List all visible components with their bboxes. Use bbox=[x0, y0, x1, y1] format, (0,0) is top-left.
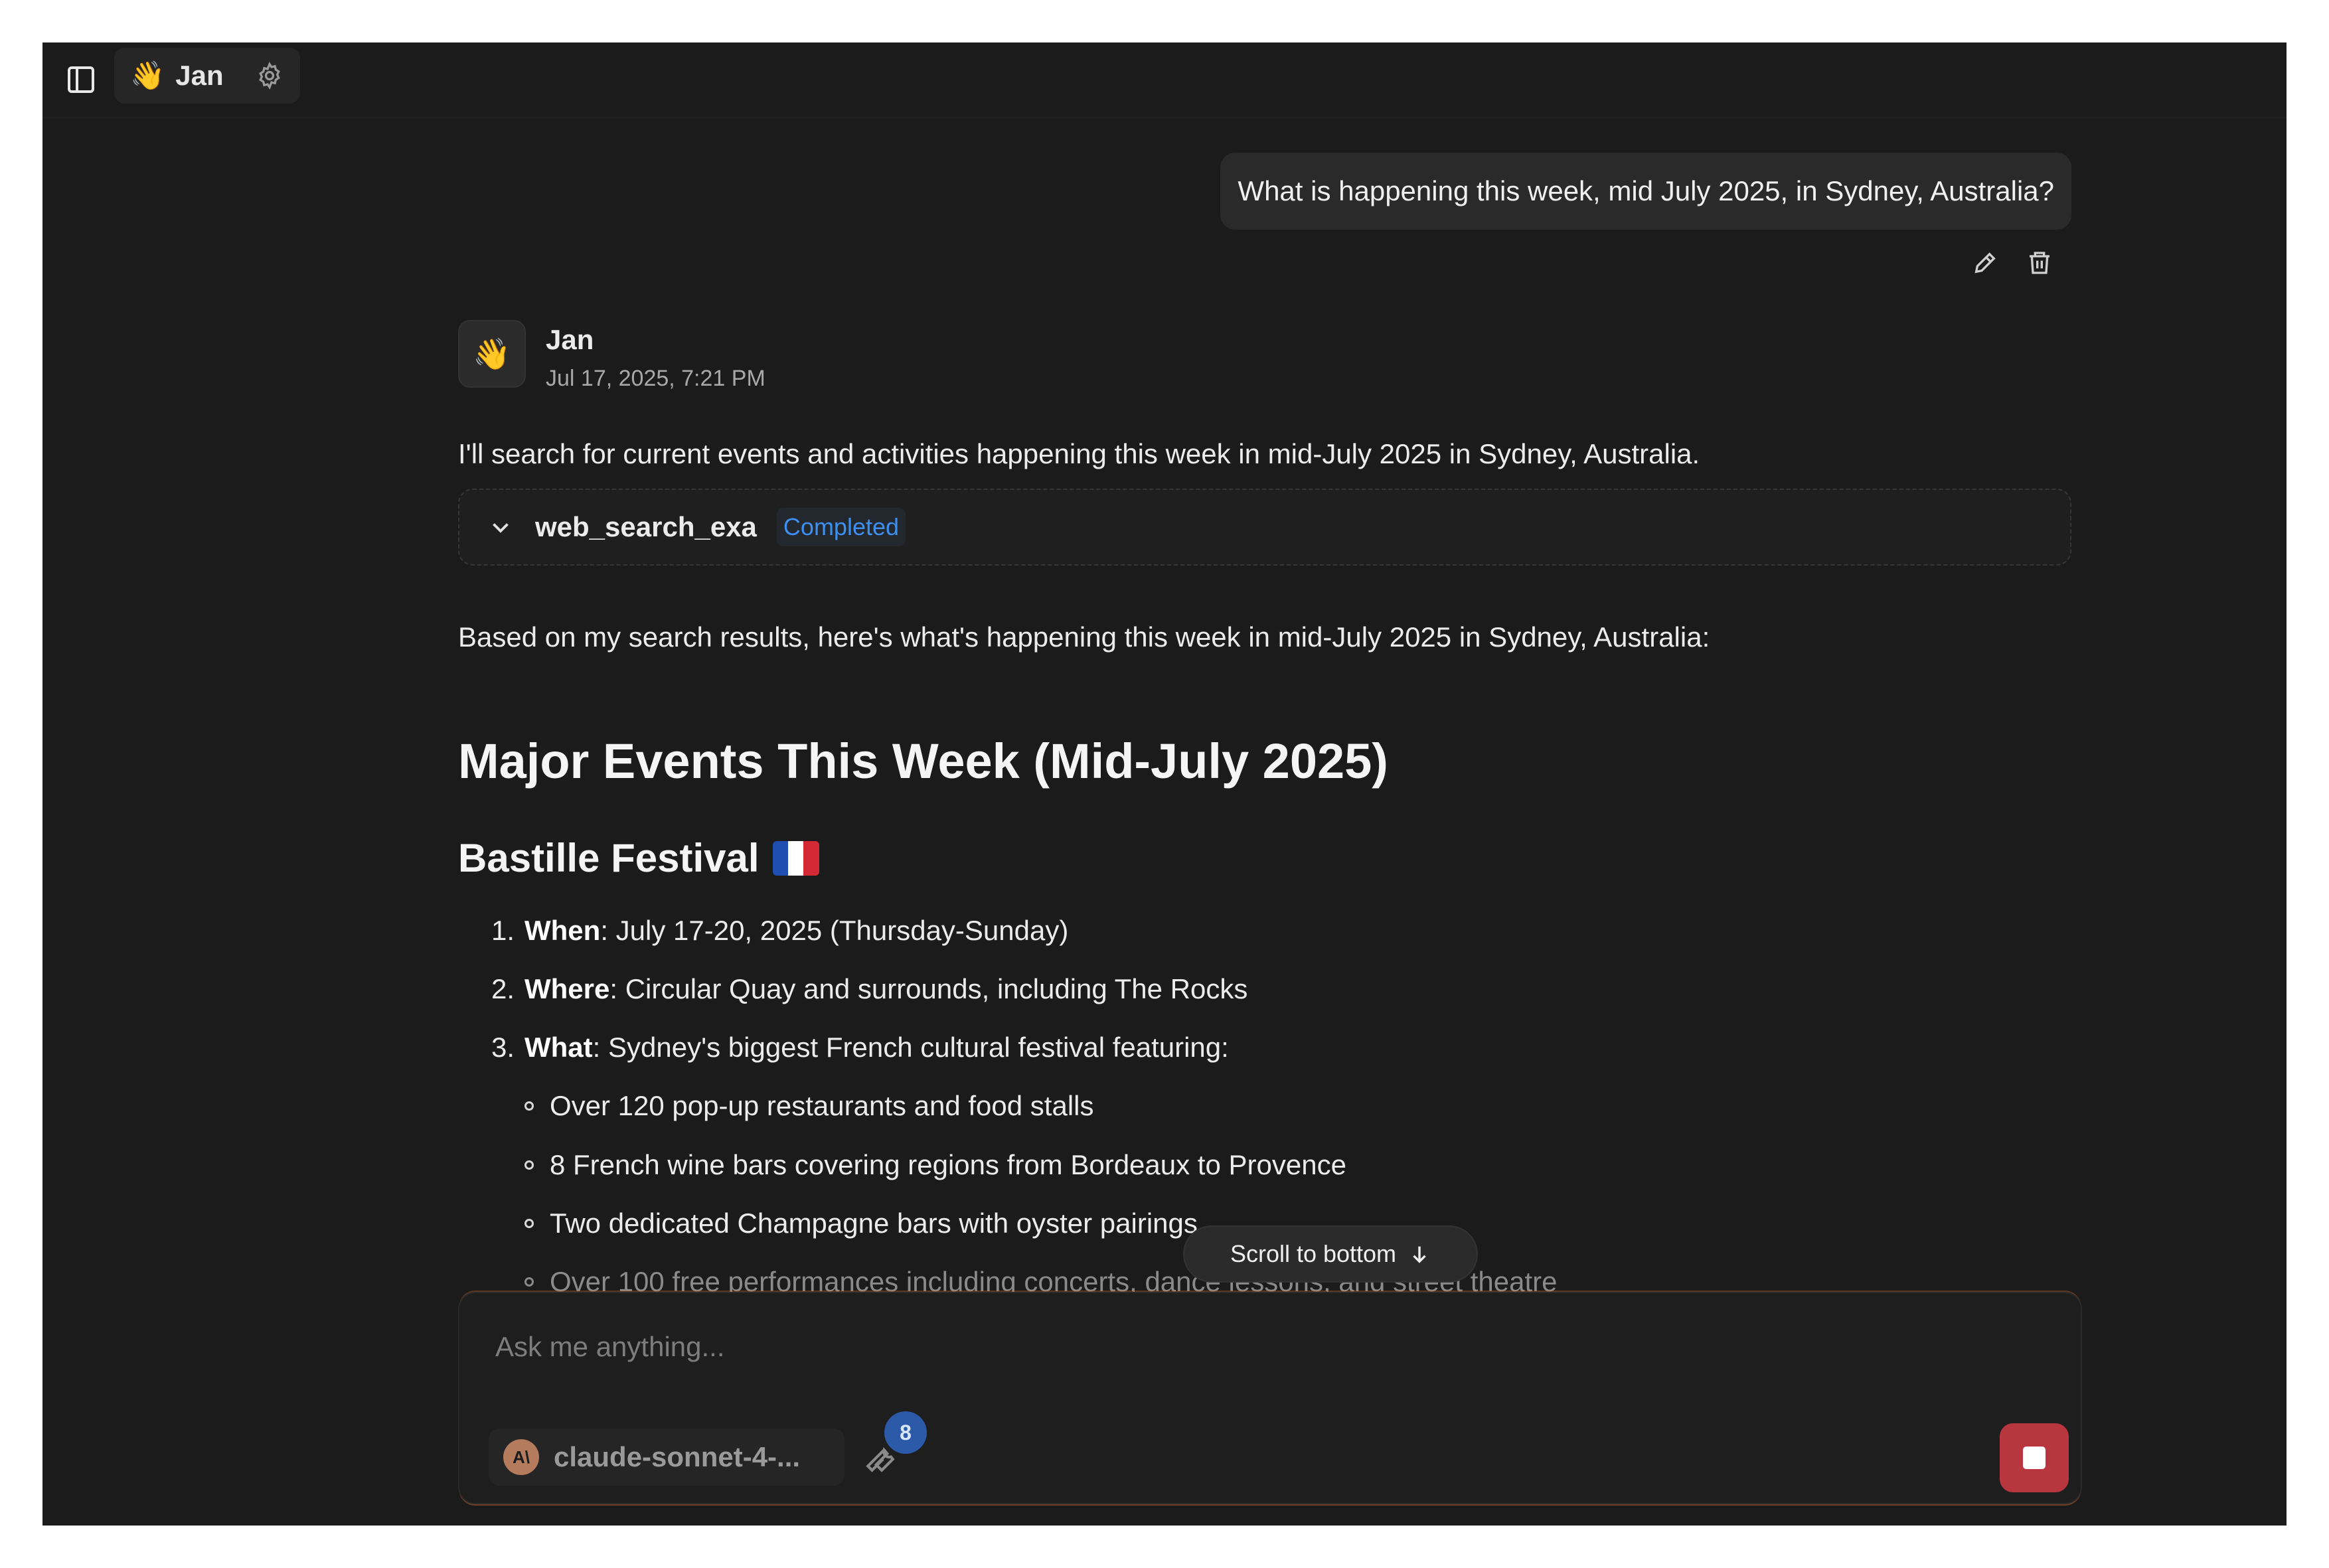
model-selector[interactable]: A\ claude-sonnet-4-... bbox=[489, 1429, 844, 1486]
scroll-to-bottom-label: Scroll to bottom bbox=[1230, 1240, 1397, 1267]
tools-count-badge: 8 bbox=[884, 1411, 927, 1454]
gear-icon[interactable] bbox=[255, 61, 284, 90]
flag-stripe-white bbox=[787, 840, 804, 876]
anthropic-logo-icon: A\ bbox=[503, 1439, 539, 1475]
section-heading: Major Events This Week (Mid-July 2025) bbox=[458, 734, 1388, 789]
pencil-icon[interactable] bbox=[1968, 246, 2002, 280]
status-badge: Completed bbox=[776, 508, 906, 546]
stop-button[interactable] bbox=[2000, 1423, 2069, 1492]
app-window: 👋 Jan What is happening this week, mid J… bbox=[42, 42, 2287, 1526]
stop-icon bbox=[2023, 1447, 2046, 1469]
tool-name: web_search_exa bbox=[535, 511, 757, 542]
message-timestamp: Jul 17, 2025, 7:21 PM bbox=[546, 366, 765, 391]
avatar: 👋 bbox=[458, 320, 526, 388]
sidebar-toggle-icon[interactable] bbox=[60, 58, 102, 101]
assistant-summary: Based on my search results, here's what'… bbox=[458, 621, 1710, 653]
subheading-text: Bastille Festival bbox=[458, 836, 760, 880]
user-message: What is happening this week, mid July 20… bbox=[1220, 153, 2071, 230]
model-name: claude-sonnet-4-... bbox=[554, 1441, 801, 1472]
chat-composer: A\ claude-sonnet-4-... 8 bbox=[458, 1292, 2082, 1504]
subheading: Bastille Festival bbox=[458, 835, 819, 881]
flag-stripe-blue bbox=[772, 840, 788, 876]
flag-stripe-red bbox=[803, 840, 819, 876]
french-flag-icon bbox=[772, 840, 819, 876]
assistant-name: Jan bbox=[546, 324, 594, 355]
scroll-to-bottom-button[interactable]: Scroll to bottom bbox=[1184, 1227, 1477, 1281]
trash-icon[interactable] bbox=[2022, 246, 2057, 280]
assistant-header: 👋 Jan Jul 17, 2025, 7:21 PM bbox=[458, 320, 765, 397]
agent-selector[interactable]: 👋 Jan bbox=[114, 48, 300, 104]
agent-name: Jan bbox=[175, 60, 224, 91]
list-item: 2. Where: Circular Quay and surrounds, in… bbox=[491, 973, 1248, 1004]
list-item: 1. When: July 17-20, 2025 (Thursday-Sunda… bbox=[491, 915, 1069, 946]
arrow-down-icon bbox=[1408, 1243, 1431, 1265]
agent-emoji: 👋 bbox=[130, 59, 165, 91]
chevron-down-icon[interactable] bbox=[489, 514, 515, 540]
bullet-item: Two dedicated Champagne bars with oyster… bbox=[524, 1208, 1198, 1239]
message-input[interactable] bbox=[494, 1320, 2024, 1374]
tool-call-card[interactable]: web_search_exa Completed bbox=[458, 489, 2071, 566]
bullet-item: 8 French wine bars covering regions from… bbox=[524, 1149, 1346, 1181]
message-actions bbox=[1968, 246, 2057, 280]
list-item: 3. What: Sydney's biggest French cultural… bbox=[491, 1032, 1229, 1063]
bullet-item: Over 120 pop-up restaurants and food sta… bbox=[524, 1090, 1094, 1122]
assistant-intro: I'll search for current events and activ… bbox=[458, 438, 1700, 469]
